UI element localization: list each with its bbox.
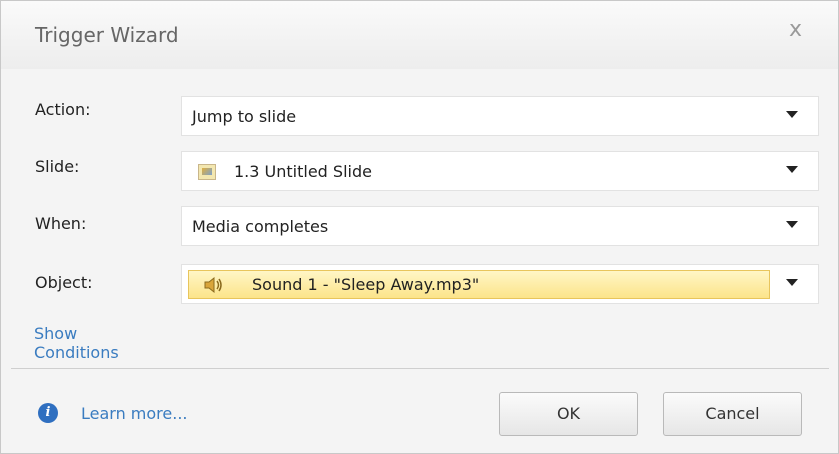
- chevron-down-icon[interactable]: [786, 111, 798, 118]
- when-dropdown[interactable]: Media completes: [181, 206, 819, 246]
- footer-divider: [11, 368, 829, 369]
- trigger-wizard-dialog: Trigger Wizard x Action: Jump to slide S…: [0, 0, 839, 454]
- slide-dropdown[interactable]: 1.3 Untitled Slide: [181, 151, 819, 191]
- learn-more-link[interactable]: Learn more...: [81, 404, 188, 423]
- slide-label: Slide:: [35, 157, 80, 176]
- action-value: Jump to slide: [192, 107, 297, 126]
- object-label: Object:: [35, 273, 93, 292]
- speaker-icon: [204, 276, 222, 294]
- ok-button[interactable]: OK: [499, 392, 638, 436]
- chevron-down-icon[interactable]: [786, 166, 798, 173]
- object-dropdown[interactable]: Sound 1 - "Sleep Away.mp3": [181, 264, 819, 304]
- title-bar: Trigger Wizard x: [1, 1, 838, 69]
- when-label: When:: [35, 214, 87, 233]
- slide-value: 1.3 Untitled Slide: [234, 162, 372, 181]
- info-icon: i: [38, 403, 58, 423]
- object-value: Sound 1 - "Sleep Away.mp3": [252, 275, 480, 294]
- cancel-button[interactable]: Cancel: [663, 392, 802, 436]
- chevron-down-icon[interactable]: [786, 221, 798, 228]
- dialog-title: Trigger Wizard: [35, 23, 179, 47]
- slide-thumbnail-icon: [198, 164, 216, 180]
- action-dropdown[interactable]: Jump to slide: [181, 96, 819, 136]
- close-icon[interactable]: x: [789, 19, 802, 41]
- when-value: Media completes: [192, 217, 329, 236]
- chevron-down-icon[interactable]: [786, 279, 798, 286]
- action-label: Action:: [35, 100, 91, 119]
- show-conditions-link[interactable]: Show Conditions: [34, 324, 119, 362]
